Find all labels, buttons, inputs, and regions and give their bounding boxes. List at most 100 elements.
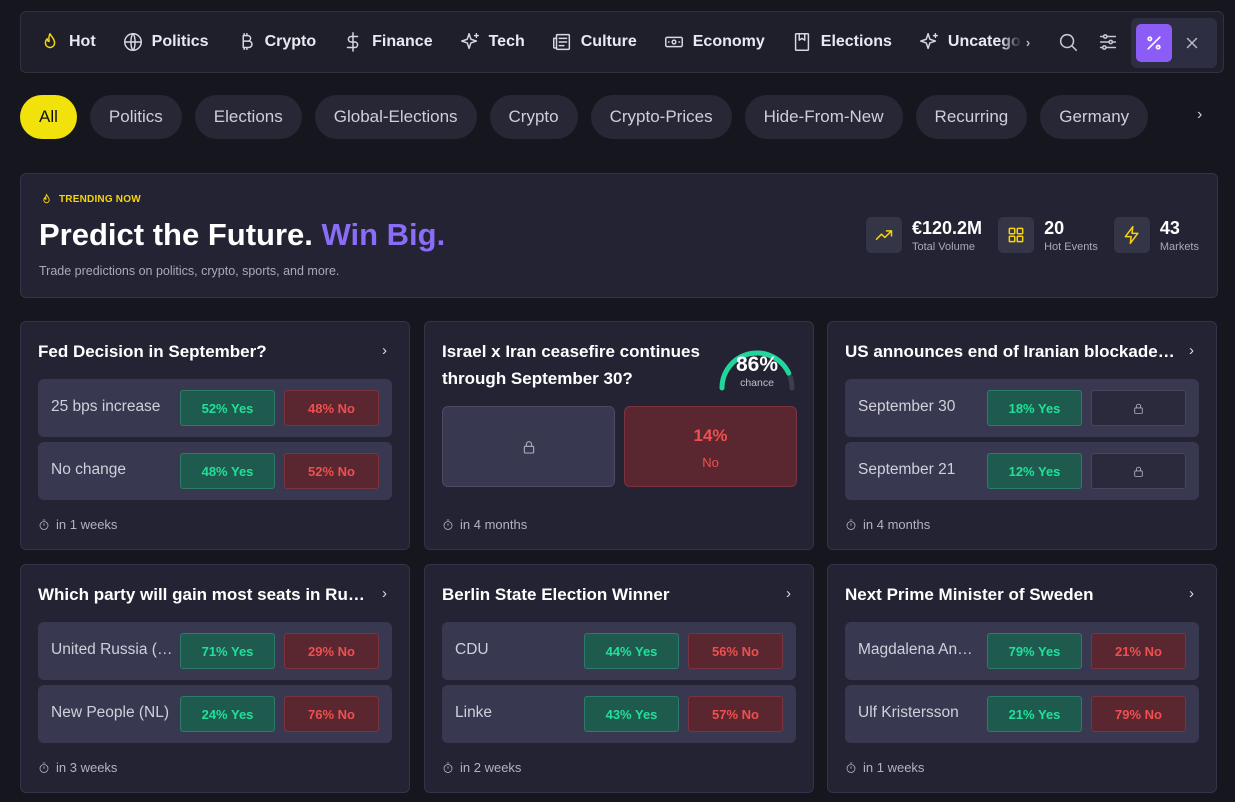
no-locked-button[interactable] (1091, 390, 1186, 426)
no-button[interactable]: 56% No (688, 633, 783, 669)
timer-icon (443, 519, 453, 530)
outcome-row: CDU 44% Yes 56% No (442, 622, 796, 680)
nav-item-elections[interactable]: Elections (791, 31, 892, 53)
search-button[interactable] (1048, 31, 1088, 53)
chip-global-elections[interactable]: Global-Elections (314, 95, 477, 139)
tag-filter-bar: All Politics Elections Global-Elections … (20, 95, 1149, 139)
chevron-right-icon[interactable]: › (382, 342, 387, 359)
yes-button[interactable]: 12% Yes (987, 453, 1082, 489)
chevron-right-icon[interactable]: › (1026, 35, 1030, 50)
outcome-label: New People (NL) (51, 704, 170, 721)
market-card-sweden[interactable]: Next Prime Minister of Sweden › Magdalen… (827, 564, 1217, 793)
no-button[interactable]: 57% No (688, 696, 783, 732)
chevron-right-icon[interactable]: › (1197, 106, 1202, 124)
outcome-label: Magdalena Andersson (858, 641, 980, 658)
nav-item-economy[interactable]: Economy (663, 31, 765, 53)
yes-locked-button[interactable] (442, 406, 615, 487)
no-button[interactable]: 14% No (624, 406, 797, 487)
nav-item-hot[interactable]: Hot (39, 31, 96, 53)
chip-crypto-prices[interactable]: Crypto-Prices (590, 95, 732, 139)
nav-label: Culture (580, 33, 637, 50)
yes-button[interactable]: 21% Yes (987, 696, 1082, 732)
category-nav: Hot Politics Crypto Finance Tech Culture… (20, 11, 1224, 73)
chip-elections[interactable]: Elections (194, 95, 302, 139)
no-label: No (702, 455, 719, 470)
chevron-right-icon[interactable]: › (1189, 342, 1194, 359)
close-button[interactable] (1172, 34, 1212, 52)
nav-item-finance[interactable]: Finance (342, 31, 433, 53)
card-title[interactable]: Berlin State Election Winner (442, 585, 772, 605)
no-button[interactable]: 79% No (1091, 696, 1186, 732)
market-card-russia[interactable]: Which party will gain most seats in Russ… (20, 564, 410, 793)
market-card-fed[interactable]: Fed Decision in September? › 25 bps incr… (20, 321, 410, 550)
stat-hot-events: 20 Hot Events (998, 217, 1098, 253)
chance-label: chance (740, 377, 774, 389)
nav-item-culture[interactable]: Culture (551, 31, 637, 53)
sparkles-icon (460, 33, 479, 50)
yes-button[interactable]: 79% Yes (987, 633, 1082, 669)
card-title[interactable]: Next Prime Minister of Sweden (845, 585, 1175, 605)
chip-germany[interactable]: Germany (1040, 95, 1149, 139)
time-remaining: in 4 months (460, 517, 528, 532)
outcome-row: September 30 18% Yes (845, 379, 1199, 437)
card-footer: in 3 weeks (38, 760, 117, 775)
chevron-right-icon[interactable]: › (382, 585, 387, 602)
nav-label: Finance (372, 33, 433, 50)
no-button[interactable]: 52% No (284, 453, 379, 489)
yes-button[interactable]: 52% Yes (180, 390, 275, 426)
card-title[interactable]: Fed Decision in September? (38, 342, 368, 362)
lock-icon (1134, 403, 1143, 414)
card-footer: in 1 weeks (38, 517, 117, 532)
card-title[interactable]: Which party will gain most seats in Russ… (38, 585, 368, 605)
outcome-label: September 21 (858, 461, 956, 478)
card-title[interactable]: US announces end of Iranian blockade by.… (845, 342, 1175, 362)
timer-icon (846, 762, 856, 773)
market-card-us-blockade[interactable]: US announces end of Iranian blockade by.… (827, 321, 1217, 550)
nav-item-crypto[interactable]: Crypto (235, 31, 316, 53)
hero-subtitle: Trade predictions on politics, crypto, s… (39, 264, 340, 278)
hero-banner: TRENDING NOW Predict the Future. Win Big… (20, 173, 1218, 298)
stat-label: Total Volume (912, 240, 975, 253)
yes-button[interactable]: 48% Yes (180, 453, 275, 489)
market-card-berlin[interactable]: Berlin State Election Winner › CDU 44% Y… (424, 564, 814, 793)
flame-icon (44, 33, 56, 49)
chip-all[interactable]: All (20, 95, 77, 139)
percent-toggle-button[interactable] (1136, 24, 1172, 62)
chip-hide-from-new[interactable]: Hide-From-New (744, 95, 903, 139)
chip-recurring[interactable]: Recurring (915, 95, 1028, 139)
yes-button[interactable]: 43% Yes (584, 696, 679, 732)
chance-value: 86% (735, 353, 779, 376)
card-footer: in 1 weeks (845, 760, 924, 775)
chip-politics[interactable]: Politics (89, 95, 182, 139)
hero-stats: €120.2M Total Volume 20 Hot Events 43 Ma… (866, 217, 1199, 253)
dollar-icon (346, 32, 359, 52)
banknote-icon (664, 36, 683, 48)
chevron-right-icon[interactable]: › (786, 585, 791, 602)
no-button[interactable]: 48% No (284, 390, 379, 426)
no-locked-button[interactable] (1091, 453, 1186, 489)
no-button[interactable]: 76% No (284, 696, 379, 732)
yes-button[interactable]: 44% Yes (584, 633, 679, 669)
yes-button[interactable]: 71% Yes (180, 633, 275, 669)
market-card-israel-iran[interactable]: Israel x Iran ceasefire continues throug… (424, 321, 814, 550)
yes-button[interactable]: 24% Yes (180, 696, 275, 732)
nav-item-tech[interactable]: Tech (459, 31, 525, 53)
filter-button[interactable] (1088, 31, 1128, 53)
nav-item-uncategorized[interactable]: Uncategor › (918, 31, 1030, 53)
time-remaining: in 3 weeks (56, 760, 118, 775)
trending-badge: TRENDING NOW (40, 193, 141, 206)
sliders-icon (1100, 34, 1117, 50)
view-toggle-group (1131, 18, 1217, 68)
no-button[interactable]: 21% No (1091, 633, 1186, 669)
card-title[interactable]: Israel x Iran ceasefire continues throug… (442, 338, 714, 392)
nav-item-politics[interactable]: Politics (122, 31, 209, 53)
chevron-right-icon[interactable]: › (1189, 585, 1194, 602)
no-button[interactable]: 29% No (284, 633, 379, 669)
nav-label: Uncategor (947, 33, 1022, 50)
outcome-row: Magdalena Andersson 79% Yes 21% No (845, 622, 1199, 680)
card-footer: in 4 months (442, 517, 527, 532)
nav-label: Tech (488, 33, 525, 50)
chance-gauge: 86% chance (712, 338, 802, 396)
yes-button[interactable]: 18% Yes (987, 390, 1082, 426)
chip-crypto[interactable]: Crypto (489, 95, 578, 139)
